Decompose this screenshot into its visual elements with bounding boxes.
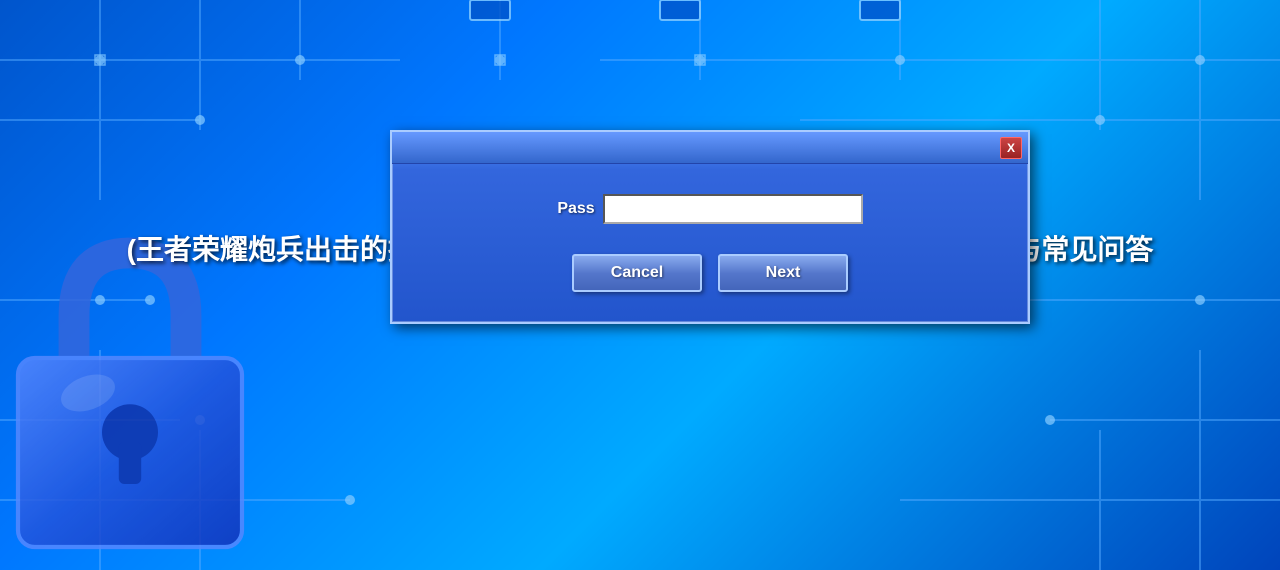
- next-button[interactable]: Next: [718, 254, 848, 292]
- password-row: Pass: [432, 194, 988, 224]
- dialog-titlebar: X: [392, 132, 1028, 164]
- cancel-button[interactable]: Cancel: [572, 254, 702, 292]
- password-input[interactable]: [603, 194, 863, 224]
- password-dialog: X Pass Cancel Next: [390, 130, 1030, 324]
- dialog-buttons: Cancel Next: [572, 254, 848, 292]
- dialog-body: Pass Cancel Next: [392, 164, 1028, 322]
- password-label: Pass: [557, 200, 594, 218]
- close-button[interactable]: X: [1000, 137, 1022, 159]
